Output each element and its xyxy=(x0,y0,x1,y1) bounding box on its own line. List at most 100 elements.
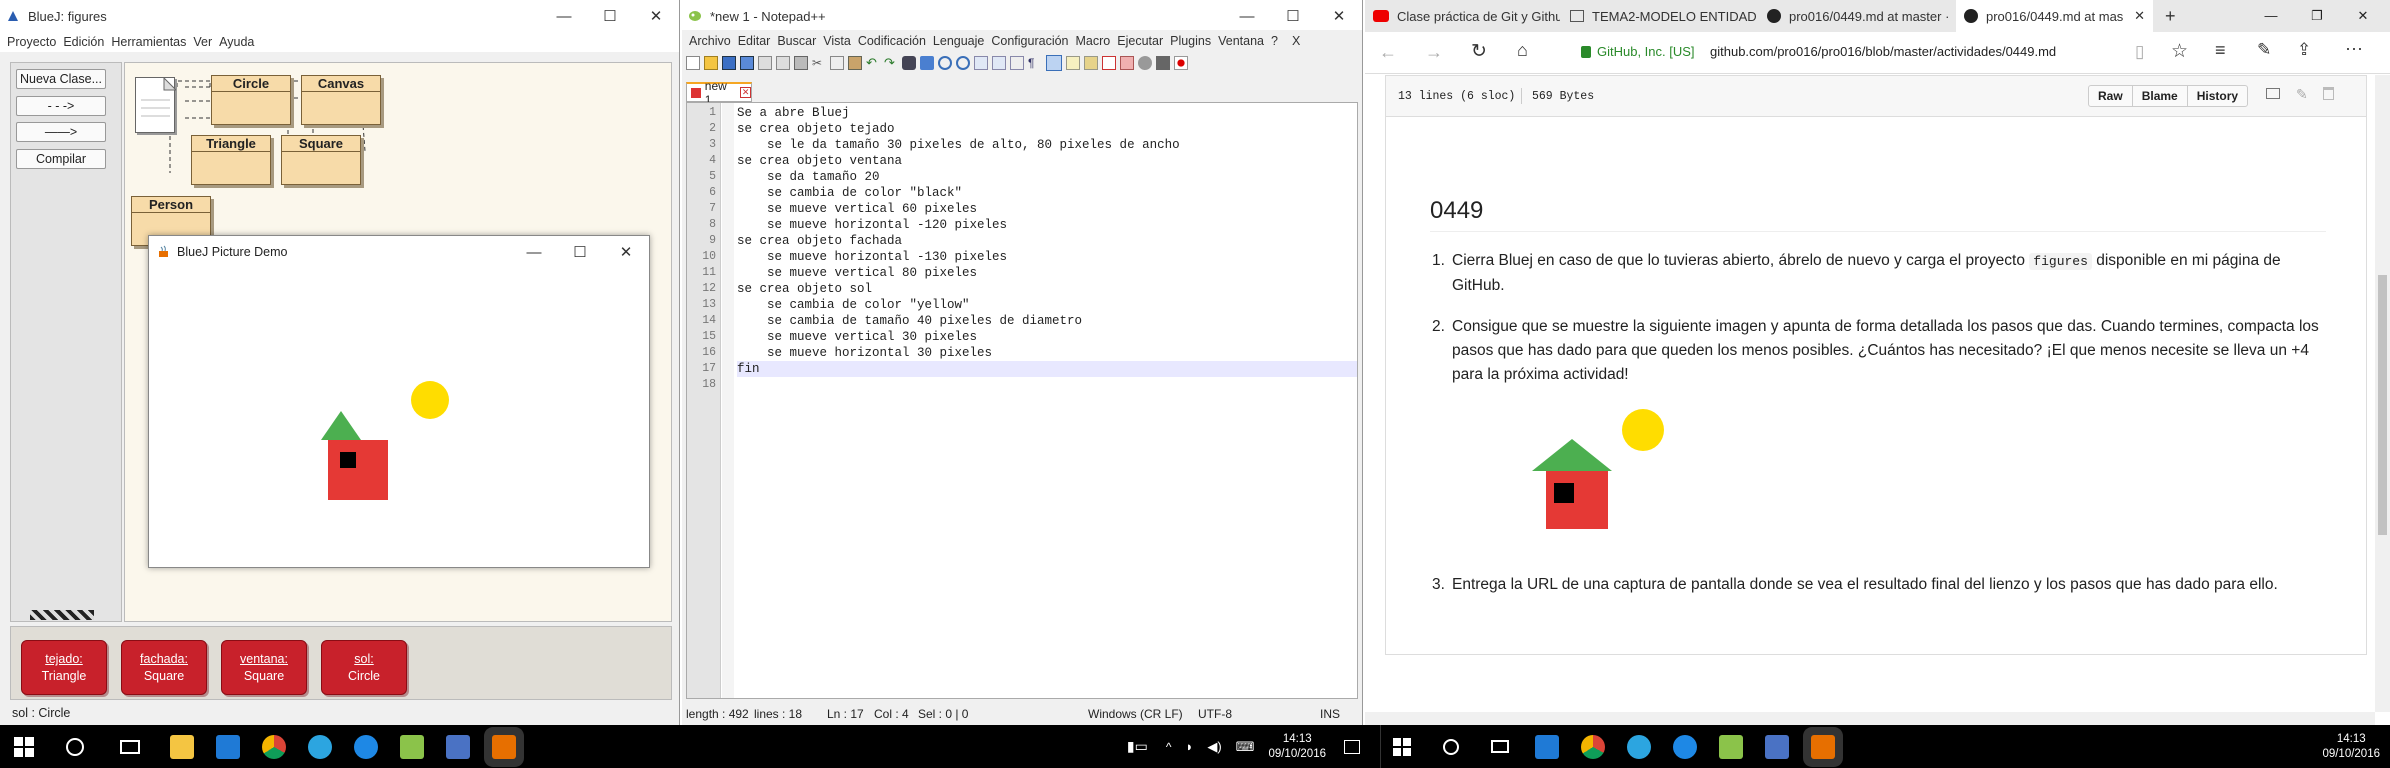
object-sol[interactable]: sol: Circle xyxy=(321,640,407,695)
doc-map-icon[interactable] xyxy=(1084,56,1098,70)
menu-close-doc[interactable]: X xyxy=(1292,34,1300,48)
menu-ventana[interactable]: Ventana xyxy=(1218,34,1264,48)
copy-icon[interactable] xyxy=(830,56,844,70)
remote-desktop-icon[interactable] xyxy=(216,734,240,759)
menu-macro[interactable]: Macro xyxy=(1076,34,1111,48)
close-file-icon[interactable] xyxy=(758,56,772,70)
refresh-icon[interactable]: ↻ xyxy=(1471,40,1487,63)
share-icon[interactable]: ⇪ xyxy=(2297,40,2311,60)
menu-ayuda[interactable]: Ayuda xyxy=(219,35,254,49)
class-triangle[interactable]: Triangle xyxy=(191,135,271,185)
menu-lenguaje[interactable]: Lenguaje xyxy=(933,34,984,48)
menu-herramientas[interactable]: Herramientas xyxy=(111,35,186,49)
macro-stop-icon[interactable] xyxy=(1156,56,1170,70)
windows-start-icon[interactable] xyxy=(1393,737,1411,756)
object-fachada[interactable]: fachada: Square xyxy=(121,640,207,695)
print-icon[interactable] xyxy=(794,56,808,70)
reading-view-icon[interactable]: ▯ xyxy=(2135,42,2144,62)
raw-button[interactable]: Raw xyxy=(2089,86,2133,106)
show-all-icon[interactable]: ¶ xyxy=(1028,56,1042,70)
redo-icon[interactable]: ↷ xyxy=(884,56,898,70)
indent-guide-icon[interactable] xyxy=(1046,55,1062,71)
hub-icon[interactable]: ≡ xyxy=(2215,40,2226,61)
horizontal-scrollbar[interactable] xyxy=(1365,712,2375,725)
tray-volume-icon[interactable]: ◀) xyxy=(1207,739,1221,755)
save-all-icon[interactable] xyxy=(740,56,754,70)
zoom-out-icon[interactable] xyxy=(956,56,970,70)
menu-help[interactable]: ? xyxy=(1271,34,1278,48)
wrap-icon[interactable] xyxy=(1010,56,1024,70)
file-tab[interactable]: new 1 ✕ xyxy=(686,79,752,107)
notepad-close-button[interactable]: ✕ xyxy=(1316,0,1362,32)
chrome-icon[interactable] xyxy=(262,734,286,759)
menu-proyecto[interactable]: Proyecto xyxy=(7,35,56,49)
tray-expand-icon[interactable]: ^ xyxy=(1166,740,1172,754)
favorite-star-icon[interactable]: ☆ xyxy=(2171,40,2188,63)
history-button[interactable]: History xyxy=(2188,86,2247,106)
home-icon[interactable]: ⌂ xyxy=(1517,40,1528,61)
browser-tab-github-active[interactable]: pro016/0449.md at mas ✕ xyxy=(1956,0,2153,32)
address-field[interactable]: github.com/pro016/pro016/blob/master/act… xyxy=(1710,44,2056,59)
menu-buscar[interactable]: Buscar xyxy=(777,34,816,48)
notepadpp-icon[interactable] xyxy=(1719,734,1743,759)
maximize-button[interactable]: ☐ xyxy=(587,0,633,32)
back-icon[interactable]: ← xyxy=(1379,42,1397,63)
file-explorer-icon[interactable] xyxy=(170,734,194,759)
code-text[interactable]: Se a abre Bluej se crea objeto tejado se… xyxy=(737,105,1357,393)
picture-maximize-button[interactable]: ☐ xyxy=(557,236,603,268)
browser-tab-youtube[interactable]: Clase práctica de Git y Githu xyxy=(1365,0,1560,32)
edit-pencil-icon[interactable]: ✎ xyxy=(2296,86,2308,103)
task-view-icon[interactable] xyxy=(120,739,140,754)
object-ventana[interactable]: ventana: Square xyxy=(221,640,307,695)
browser-tab-github-1[interactable]: pro016/0449.md at master · xyxy=(1759,0,1954,32)
menu-codificacion[interactable]: Codificación xyxy=(858,34,926,48)
paste-icon[interactable] xyxy=(848,56,862,70)
minimize-button[interactable]: — xyxy=(541,0,587,32)
menu-editar[interactable]: Editar xyxy=(738,34,771,48)
picture-close-button[interactable]: ✕ xyxy=(603,236,649,268)
menu-ejecutar[interactable]: Ejecutar xyxy=(1117,34,1163,48)
replace-icon[interactable] xyxy=(920,56,934,70)
search-icon[interactable] xyxy=(66,737,84,756)
readme-icon[interactable] xyxy=(135,77,176,133)
bluej-icon[interactable] xyxy=(446,734,470,759)
tab-close-icon[interactable]: ✕ xyxy=(2134,8,2145,24)
open-file-icon[interactable] xyxy=(704,56,718,70)
task-view-icon[interactable] xyxy=(1491,740,1509,753)
find-icon[interactable] xyxy=(902,56,916,70)
browser-tab-tema2[interactable]: TEMA2-MODELO ENTIDAD xyxy=(1562,0,1757,32)
desktop-icon[interactable] xyxy=(2266,88,2280,99)
telegram-icon[interactable] xyxy=(308,734,332,759)
close-button[interactable]: ✕ xyxy=(633,0,679,32)
notepad-maximize-button[interactable]: ☐ xyxy=(1270,0,1316,32)
tray-keyboard-icon[interactable]: ⌨ xyxy=(1236,739,1255,755)
menu-configuracion[interactable]: Configuración xyxy=(991,34,1068,48)
new-tab-button[interactable]: + xyxy=(2165,6,2176,27)
web-note-icon[interactable]: ✎ xyxy=(2257,40,2271,60)
edge-icon[interactable] xyxy=(354,734,378,759)
function-list-icon[interactable] xyxy=(1102,56,1116,70)
record-icon[interactable] xyxy=(1174,56,1188,70)
menu-ver[interactable]: Ver xyxy=(193,35,212,49)
chrome-icon[interactable] xyxy=(1581,734,1605,759)
menu-edicion[interactable]: Edición xyxy=(63,35,104,49)
class-circle[interactable]: Circle xyxy=(211,75,291,125)
clock-left[interactable]: 14:13 09/10/2016 xyxy=(1268,732,1326,762)
macro-play-icon[interactable] xyxy=(1138,56,1152,70)
edge-minimize-button[interactable]: — xyxy=(2248,0,2294,32)
forward-icon[interactable]: → xyxy=(1425,42,1443,63)
class-square[interactable]: Square xyxy=(281,135,361,185)
undo-icon[interactable]: ↶ xyxy=(866,56,880,70)
search-icon[interactable] xyxy=(1443,738,1459,755)
lang-icon[interactable] xyxy=(1066,56,1080,70)
edge-icon[interactable] xyxy=(1673,734,1697,759)
java-app-icon[interactable] xyxy=(1811,734,1835,759)
trash-icon[interactable] xyxy=(2323,87,2334,100)
notepad-minimize-button[interactable]: — xyxy=(1224,0,1270,32)
object-tejado[interactable]: tejado: Triangle xyxy=(21,640,107,695)
uses-arrow-button[interactable]: - - -> xyxy=(16,96,106,116)
folder-workspace-icon[interactable] xyxy=(1120,56,1134,70)
menu-archivo[interactable]: Archivo xyxy=(689,34,731,48)
telegram-icon[interactable] xyxy=(1627,734,1651,759)
compile-button[interactable]: Compilar xyxy=(16,149,106,169)
